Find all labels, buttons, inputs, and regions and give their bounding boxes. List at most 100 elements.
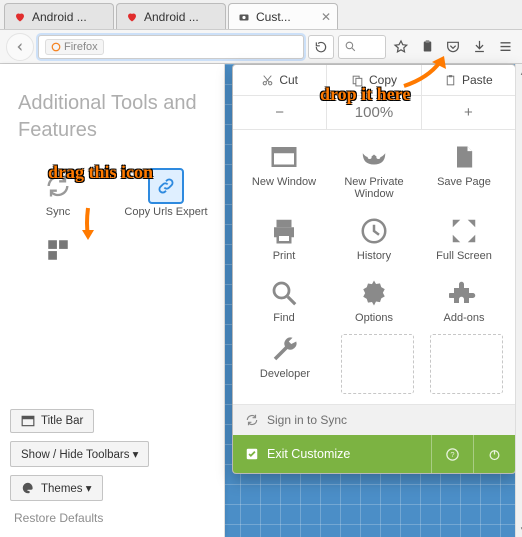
btn-label: Show / Hide Toolbars ▾ <box>21 447 138 461</box>
item-label: Save Page <box>437 176 491 188</box>
url-input[interactable]: Firefox <box>38 35 304 59</box>
additional-tools-panel: Additional Tools and Features Sync Copy … <box>0 64 225 537</box>
tiles-icon <box>40 232 76 268</box>
item-label: History <box>357 250 391 262</box>
sign-in-sync[interactable]: Sign in to Sync <box>233 404 515 435</box>
power-button[interactable] <box>473 435 515 473</box>
gear-icon <box>359 278 389 308</box>
title-bar-toggle[interactable]: Title Bar <box>10 409 94 433</box>
seg-label: Paste <box>462 73 493 87</box>
copy-button[interactable]: Copy <box>327 65 421 95</box>
sync-icon <box>245 413 259 427</box>
print-icon <box>269 216 299 246</box>
camera-icon <box>237 10 251 24</box>
drop-slot[interactable] <box>341 334 414 394</box>
paste-button[interactable]: Paste <box>422 65 515 95</box>
copy-icon <box>351 74 364 87</box>
heart-icon <box>125 10 139 24</box>
pocket-icon[interactable] <box>442 36 464 58</box>
close-icon[interactable]: ✕ <box>321 10 331 24</box>
clipboard-icon[interactable] <box>416 36 438 58</box>
menu-print[interactable]: Print <box>239 216 329 262</box>
bookmark-star-icon[interactable] <box>390 36 412 58</box>
zoom-row: − 100% + <box>233 96 515 130</box>
tool-copy-urls-expert[interactable]: Copy Urls Expert <box>112 164 220 222</box>
menu-fullscreen[interactable]: Full Screen <box>419 216 509 262</box>
search-box[interactable] <box>338 35 386 59</box>
toolbars-dropdown[interactable]: Show / Hide Toolbars ▾ <box>10 441 149 467</box>
window-icon <box>269 142 299 172</box>
menu-options[interactable]: Options <box>329 278 419 324</box>
cut-button[interactable]: Cut <box>233 65 327 95</box>
tabs-bar: Android ... Android ... Cust... ✕ <box>0 0 522 30</box>
fullscreen-icon <box>449 216 479 246</box>
item-label: Print <box>273 250 296 262</box>
panel-items: Sync Copy Urls Expert <box>0 158 224 280</box>
menu-panel: Cut Copy Paste − 100% + New Window Ne <box>232 64 516 474</box>
themes-dropdown[interactable]: Themes ▾ <box>10 475 103 501</box>
url-bar: Firefox <box>0 30 522 64</box>
exit-label: Exit Customize <box>267 447 350 461</box>
tool-label: Sync <box>46 206 70 218</box>
item-label: New Window <box>252 176 316 188</box>
identity-box: Firefox <box>45 39 104 55</box>
heart-icon <box>13 10 27 24</box>
panel-title: Additional Tools and Features <box>0 64 224 158</box>
signin-label: Sign in to Sync <box>267 413 347 427</box>
paint-icon <box>21 481 35 495</box>
tab-android-1[interactable]: Android ... <box>4 3 114 29</box>
tool-label: Copy Urls Expert <box>124 206 207 218</box>
item-label: Developer <box>260 368 310 380</box>
menu-history[interactable]: History <box>329 216 419 262</box>
download-icon[interactable] <box>468 36 490 58</box>
tab-label: Android ... <box>32 10 107 24</box>
find-icon <box>269 278 299 308</box>
svg-text:?: ? <box>450 450 454 459</box>
developer-row: Developer <box>233 328 515 404</box>
exit-bar: Exit Customize ? <box>233 435 515 473</box>
menu-save-page[interactable]: Save Page <box>419 142 509 200</box>
tool-tiles[interactable] <box>4 228 112 274</box>
tool-sync[interactable]: Sync <box>4 164 112 222</box>
customize-canvas: Additional Tools and Features Sync Copy … <box>0 64 522 537</box>
wrench-icon <box>270 334 300 364</box>
item-label: New Private Window <box>329 176 419 200</box>
menu-icon[interactable] <box>494 36 516 58</box>
back-button[interactable] <box>6 33 34 61</box>
paste-icon <box>444 74 457 87</box>
help-button[interactable]: ? <box>431 435 473 473</box>
menu-find[interactable]: Find <box>239 278 329 324</box>
reload-button[interactable] <box>308 35 334 59</box>
tab-customize[interactable]: Cust... ✕ <box>228 3 338 29</box>
scroll-down-icon[interactable]: ▾ <box>516 521 522 537</box>
identity-label: Firefox <box>64 41 98 53</box>
mask-icon <box>359 142 389 172</box>
addons-icon <box>449 278 479 308</box>
menu-new-private[interactable]: New Private Window <box>329 142 419 200</box>
menu-developer[interactable]: Developer <box>245 334 325 380</box>
item-label: Options <box>355 312 393 324</box>
scrollbar[interactable]: ▴ ▾ <box>515 64 522 537</box>
item-label: Find <box>273 312 294 324</box>
zoom-out-button[interactable]: − <box>233 96 327 129</box>
item-label: Full Screen <box>436 250 492 262</box>
scroll-up-icon[interactable]: ▴ <box>516 64 522 80</box>
edit-row: Cut Copy Paste <box>233 65 515 96</box>
cut-icon <box>261 74 274 87</box>
check-icon <box>245 447 259 461</box>
menu-addons[interactable]: Add-ons <box>419 278 509 324</box>
exit-customize-button[interactable]: Exit Customize <box>233 437 431 471</box>
drop-slot[interactable] <box>430 334 503 394</box>
window-icon <box>21 415 35 427</box>
menu-grid: New Window New Private Window Save Page … <box>233 130 515 328</box>
sync-icon <box>40 168 76 204</box>
zoom-level: 100% <box>327 96 421 129</box>
menu-new-window[interactable]: New Window <box>239 142 329 200</box>
tab-label: Cust... <box>256 10 317 24</box>
restore-defaults-link[interactable]: Restore Defaults <box>10 509 214 527</box>
seg-label: Copy <box>369 73 397 87</box>
tab-android-2[interactable]: Android ... <box>116 3 226 29</box>
tab-label: Android ... <box>144 10 219 24</box>
zoom-in-button[interactable]: + <box>422 96 515 129</box>
btn-label: Title Bar <box>41 415 83 427</box>
